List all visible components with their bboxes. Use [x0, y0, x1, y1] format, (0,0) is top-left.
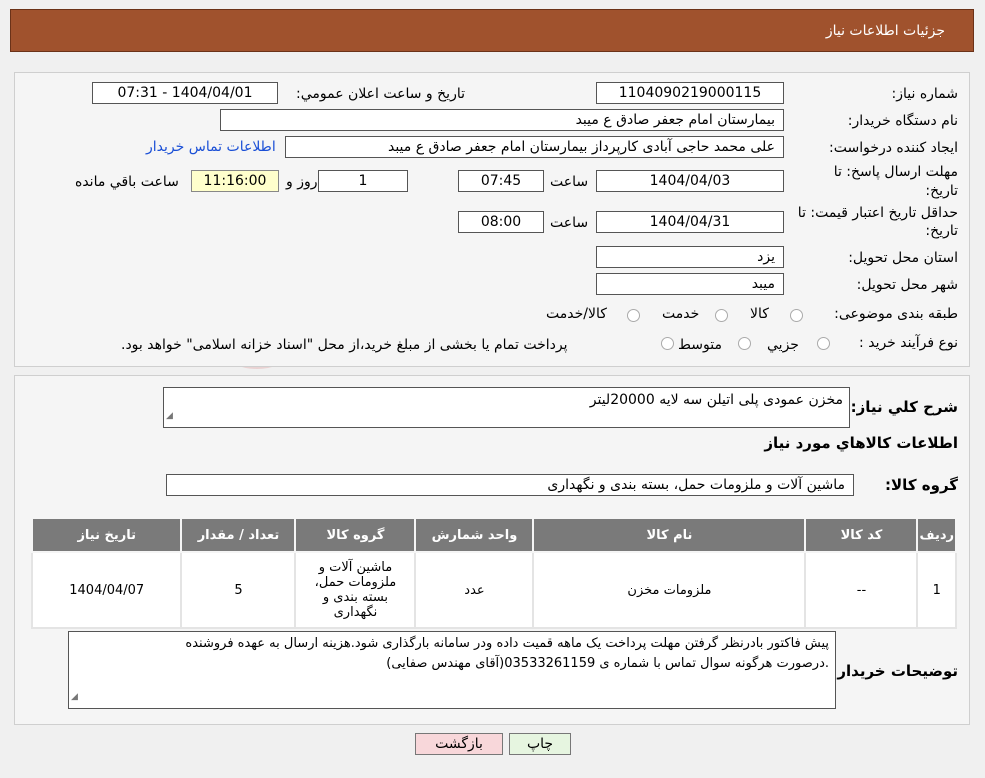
need-number-label: شماره نیاز:: [891, 86, 959, 102]
cell-row: 1: [916, 551, 957, 629]
deadline-label-date: تاریخ:: [925, 183, 958, 199]
col-unit-header: واحد شمارش: [414, 517, 535, 553]
buyer-label: نام دستگاه خريدار:: [847, 113, 958, 129]
summary-field: مخزن عمودی پلی اتیلن سه لایه 20000لیتر ◢: [163, 387, 850, 428]
resize-grip-icon: ◢: [166, 411, 173, 421]
days-label: روز و: [286, 174, 318, 190]
back-button[interactable]: بازگشت: [415, 733, 503, 755]
notes-field: پیش فاکتور بادرنظر گرفتن مهلت پرداخت یک …: [68, 631, 836, 709]
goods-table: ردیف کد کالا نام کالا واحد شمارش گروه کا…: [30, 517, 957, 629]
city-field: میبد: [596, 273, 784, 295]
validity-label-date: تاریخ:: [925, 223, 958, 239]
notes-line-1: پیش فاکتور بادرنظر گرفتن مهلت پرداخت یک …: [185, 636, 829, 651]
goods-group-field: ماشین آلات و ملزومات حمل، بسته بندی و نگ…: [166, 474, 854, 496]
col-date-header: تاریخ نیاز: [30, 517, 183, 553]
deadline-date-field: 1404/04/03: [596, 170, 784, 192]
summary-label: شرح کلي نياز:: [850, 398, 958, 416]
province-field: یزد: [596, 246, 784, 268]
validity-date-field: 1404/04/31: [596, 211, 784, 233]
col-group-header: گروه کالا: [294, 517, 417, 553]
category-service-radio[interactable]: [715, 309, 728, 322]
category-goods-service-radio[interactable]: [627, 309, 640, 322]
col-name-header: نام کالا: [532, 517, 807, 553]
buyer-contact-link[interactable]: اطلاعات تماس خریدار: [146, 139, 276, 155]
city-label: شهر محل تحویل:: [856, 277, 958, 293]
resize-grip-icon: ◢: [71, 692, 78, 702]
validity-time-field: 08:00: [458, 211, 544, 233]
cell-unit: عدد: [414, 551, 535, 629]
cell-code: --: [804, 551, 919, 629]
days-field: 1: [318, 170, 408, 192]
summary-text: مخزن عمودی پلی اتیلن سه لایه 20000لیتر: [589, 392, 843, 408]
table-row: 1 -- ملزومات مخزن عدد ماشین آلات و ملزوم…: [30, 551, 957, 629]
category-goods-label: کالا: [750, 306, 769, 322]
notes-label: توضیحات خریدار:: [831, 662, 958, 680]
province-label: استان محل تحویل:: [848, 250, 958, 266]
print-button[interactable]: چاپ: [509, 733, 571, 755]
process-medium-label: متوسط: [678, 337, 722, 353]
process-label: نوع فرآیند خرید :: [859, 335, 958, 351]
announce-field: 1404/04/01 - 07:31: [92, 82, 278, 104]
col-code-header: کد کالا: [804, 517, 919, 553]
notes-line-2: .درصورت هرگونه سوال تماس با شماره ی 0353…: [386, 656, 829, 671]
cell-qty: 5: [180, 551, 297, 629]
col-qty-header: تعداد / مقدار: [180, 517, 297, 553]
process-minor-radio[interactable]: [817, 337, 830, 350]
process-medium-radio[interactable]: [738, 337, 751, 350]
table-header-row: ردیف کد کالا نام کالا واحد شمارش گروه کا…: [30, 517, 957, 553]
category-label: طبقه بندی موضوعی:: [834, 306, 958, 322]
process-note: پرداخت تمام یا بخشی از مبلغ خرید،از محل …: [121, 337, 568, 353]
validity-time-label: ساعت: [550, 215, 589, 231]
deadline-label: مهلت ارسال پاسخ: تا: [833, 164, 958, 180]
creator-field: علی محمد حاجی آبادی کارپرداز بیمارستان ا…: [285, 136, 784, 158]
process-treasury-checkbox[interactable]: [661, 337, 674, 350]
category-goods-radio[interactable]: [790, 309, 803, 322]
category-goods-service-label: کالا/خدمت: [546, 306, 607, 322]
announce-label: تاریخ و ساعت اعلان عمومي:: [296, 86, 465, 102]
page-header: جزئیات اطلاعات نیاز: [10, 9, 974, 52]
validity-label: حداقل تاریخ اعتبار قیمت: تا: [797, 205, 958, 221]
goods-group-label: گروه کالا:: [885, 476, 958, 494]
col-row-header: ردیف: [916, 517, 957, 553]
need-number-field: 1104090219000115: [596, 82, 784, 104]
goods-info-title: اطلاعات کالاهاي مورد نياز: [764, 434, 958, 452]
process-minor-label: جزیي: [767, 337, 799, 353]
cell-name: ملزومات مخزن: [532, 551, 807, 629]
creator-label: ایجاد کننده درخواست:: [829, 140, 958, 156]
remaining-time-field: 11:16:00: [191, 170, 279, 192]
deadline-time-field: 07:45: [458, 170, 544, 192]
page-title: جزئیات اطلاعات نیاز: [825, 23, 945, 39]
cell-date: 1404/04/07: [30, 551, 183, 629]
deadline-time-label: ساعت: [550, 174, 589, 190]
cell-group: ماشین آلات و ملزومات حمل، بسته بندی و نگ…: [294, 551, 417, 629]
remaining-label: ساعت باقي مانده: [75, 174, 179, 190]
buyer-field: بیمارستان امام جعفر صادق ع میبد: [220, 109, 784, 131]
category-service-label: خدمت: [662, 306, 700, 322]
